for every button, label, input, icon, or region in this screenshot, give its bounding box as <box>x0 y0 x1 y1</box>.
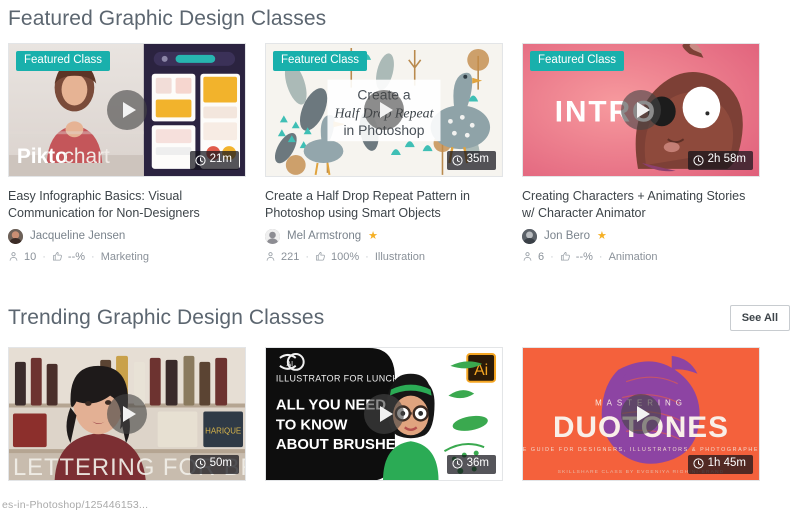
duration-text: 1h 45m <box>707 456 746 469</box>
duration-text: 35m <box>466 153 489 166</box>
duration-badge: 36m <box>446 454 496 474</box>
avatar <box>522 228 537 244</box>
avatar-image <box>522 228 537 244</box>
svg-text:chart: chart <box>64 145 110 168</box>
clock-icon <box>452 458 463 469</box>
thumbs-up-icon <box>316 251 325 261</box>
class-category[interactable]: Animation <box>609 251 658 263</box>
class-card[interactable]: HARIQUE LETTERING 50m <box>8 346 246 481</box>
featured-class-badge: Featured Class <box>16 51 110 71</box>
meta-separator: · <box>365 250 369 263</box>
class-thumbnail[interactable]: Pikto chart Featured Class 21m <box>8 43 246 177</box>
section-header-trending: Trending Graphic Design Classes See All <box>0 304 800 331</box>
class-title[interactable]: Creating Characters + Animating Stories … <box>522 188 760 223</box>
classes-browse-page: Featured Graphic Design Classes Pikto ch… <box>0 0 800 511</box>
page-title: Featured Graphic Design Classes <box>8 7 327 30</box>
clock-icon <box>195 155 206 166</box>
class-thumbnail[interactable]: MASTERING DUOTONES THE GUIDE FOR DESIGNE… <box>522 346 760 481</box>
duration-text: 36m <box>466 456 489 469</box>
star-icon: ★ <box>368 229 379 242</box>
meta-separator: · <box>550 250 554 263</box>
duration-badge: 1h 45m <box>687 454 753 474</box>
svg-text:Pikto: Pikto <box>17 145 68 168</box>
card-row-trending: HARIQUE LETTERING 50m AI ILLUSTRATOR FOR… <box>0 346 800 481</box>
teacher-name[interactable]: Jacqueline Jensen <box>30 230 125 242</box>
class-card[interactable]: Create a Half Drop Repeat in Photoshop F… <box>265 43 503 263</box>
duration-text: 50m <box>209 456 232 469</box>
meta-separator: · <box>42 250 46 263</box>
meta-separator: · <box>305 250 310 263</box>
clock-icon <box>195 458 206 469</box>
class-title[interactable]: Easy Infographic Basics: Visual Communic… <box>8 188 246 223</box>
meta-separator: · <box>91 250 95 263</box>
avatar-image <box>265 228 280 244</box>
student-count: 6 <box>538 250 545 263</box>
class-thumbnail[interactable]: Create a Half Drop Repeat in Photoshop F… <box>265 43 503 177</box>
rating-percent: --% <box>67 250 86 263</box>
class-card[interactable]: AI ILLUSTRATOR FOR LUNCH™ ALL YOU NEED T… <box>265 346 503 481</box>
play-icon[interactable] <box>107 90 147 130</box>
students-icon <box>266 252 275 261</box>
class-card[interactable]: MASTERING DUOTONES THE GUIDE FOR DESIGNE… <box>522 346 760 481</box>
class-meta: 221 · 100% · Illustration <box>265 251 503 263</box>
see-all-button[interactable]: See All <box>729 304 790 331</box>
svg-text:AI: AI <box>287 360 294 367</box>
featured-class-badge: Featured Class <box>273 51 367 71</box>
rating-percent: 100% <box>331 250 360 263</box>
class-meta: 10 · --% · Marketing <box>8 251 246 263</box>
avatar <box>265 228 280 244</box>
section-title-trending: Trending Graphic Design Classes <box>8 306 325 329</box>
svg-text:ILLUSTRATOR FOR LUNCH™: ILLUSTRATOR FOR LUNCH™ <box>276 373 409 383</box>
duration-badge: 21m <box>189 151 239 170</box>
url-watermark: es-in-Photoshop/125446153... <box>2 499 149 511</box>
play-icon[interactable] <box>364 90 404 130</box>
duration-text: 21m <box>209 153 232 166</box>
students-icon <box>9 252 18 261</box>
avatar <box>8 228 23 244</box>
class-title[interactable]: Create a Half Drop Repeat Pattern in Pho… <box>265 188 503 223</box>
teacher-row[interactable]: Mel Armstrong ★ <box>265 228 503 244</box>
svg-text:ABOUT BRUSHES: ABOUT BRUSHES <box>276 437 406 453</box>
class-thumbnail[interactable]: AI ILLUSTRATOR FOR LUNCH™ ALL YOU NEED T… <box>265 346 503 481</box>
duration-badge: 50m <box>189 454 239 474</box>
card-row-featured: Pikto chart Featured Class 21m Easy Info… <box>0 43 800 263</box>
thumbs-up-icon <box>560 251 570 261</box>
class-card[interactable]: INTRO Featured Class 2h 58m Creating Cha… <box>522 43 760 263</box>
avatar-image <box>8 228 23 244</box>
svg-text:HARIQUE: HARIQUE <box>205 426 241 435</box>
play-icon[interactable] <box>364 393 404 434</box>
svg-text:THE GUIDE FOR DESIGNERS, ILLUS: THE GUIDE FOR DESIGNERS, ILLUSTRATORS & … <box>523 447 759 453</box>
clock-icon <box>693 155 704 166</box>
teacher-row[interactable]: Jacqueline Jensen <box>8 228 246 244</box>
svg-text:TO KNOW: TO KNOW <box>276 417 349 433</box>
duration-text: 2h 58m <box>707 153 746 166</box>
student-count: 10 <box>24 250 37 263</box>
section-header-featured: Featured Graphic Design Classes <box>0 8 800 29</box>
student-count: 221 <box>281 250 300 263</box>
class-meta: 6 · --% · Animation <box>522 251 760 263</box>
play-icon[interactable] <box>621 90 661 130</box>
class-thumbnail[interactable]: INTRO Featured Class 2h 58m <box>522 43 760 177</box>
teacher-name[interactable]: Mel Armstrong <box>287 230 361 242</box>
duration-badge: 2h 58m <box>687 151 753 170</box>
teacher-row[interactable]: Jon Bero ★ <box>522 228 760 244</box>
play-icon[interactable] <box>107 393 147 434</box>
clock-icon <box>452 155 463 166</box>
class-thumbnail[interactable]: HARIQUE LETTERING 50m <box>8 346 246 481</box>
star-icon: ★ <box>597 229 607 242</box>
rating-percent: --% <box>575 250 593 263</box>
teacher-name[interactable]: Jon Bero <box>544 230 590 242</box>
class-category[interactable]: Illustration <box>375 251 425 263</box>
thumbs-up-icon <box>52 251 62 261</box>
duration-badge: 35m <box>446 151 496 170</box>
students-icon <box>523 252 532 261</box>
class-card[interactable]: Pikto chart Featured Class 21m Easy Info… <box>8 43 246 263</box>
meta-separator: · <box>598 250 603 263</box>
clock-icon <box>693 458 704 469</box>
play-icon[interactable] <box>621 393 661 434</box>
class-category[interactable]: Marketing <box>101 251 149 263</box>
featured-class-badge: Featured Class <box>530 51 624 71</box>
